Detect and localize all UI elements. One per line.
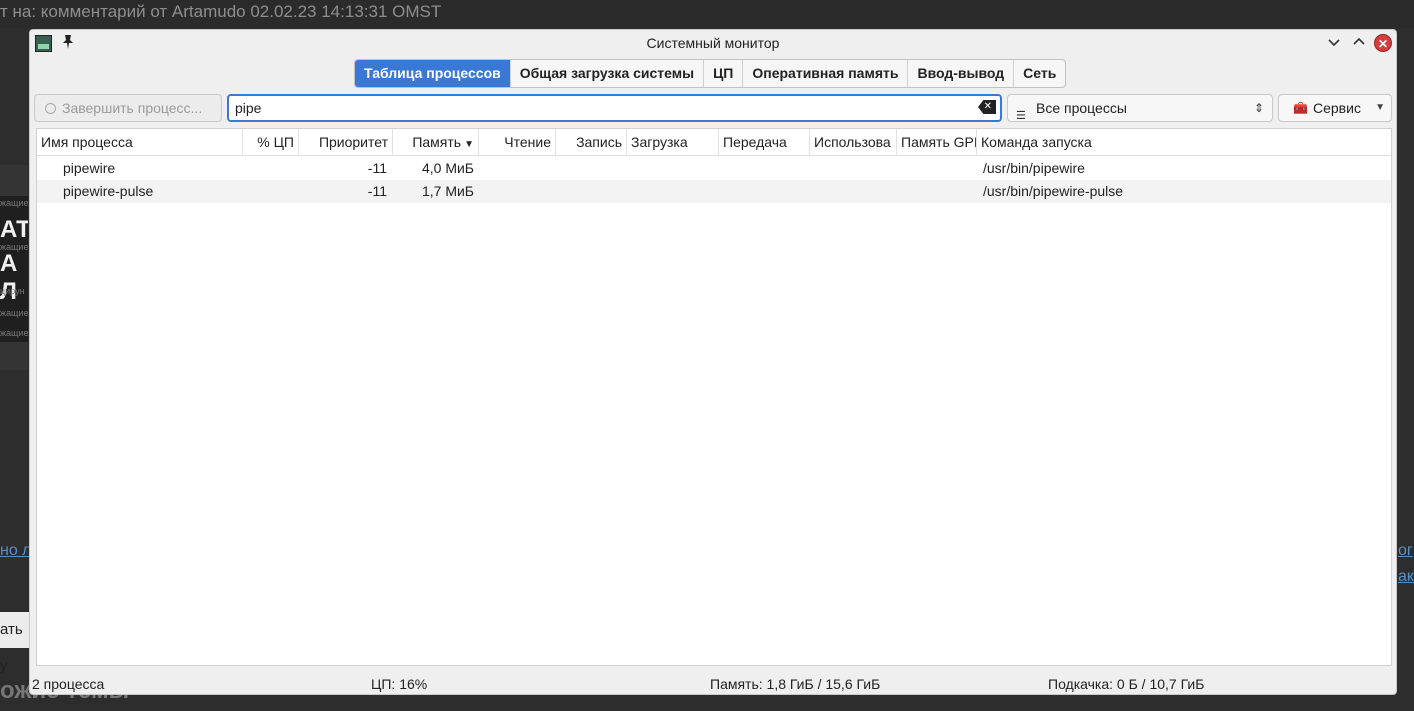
tab-cpu[interactable]: ЦП xyxy=(704,60,744,87)
tab-process-table[interactable]: Таблица процессов xyxy=(355,60,511,87)
process-command: /usr/bin/pipewire xyxy=(983,160,1085,176)
tab-memory[interactable]: Оперативная память xyxy=(743,60,909,87)
maximize-button[interactable] xyxy=(1350,34,1368,52)
close-icon: ✕ xyxy=(1377,37,1389,51)
chevron-down-icon xyxy=(1328,39,1340,47)
process-filter-select[interactable]: ☰ Все процессы ⇕ xyxy=(1007,94,1273,122)
system-monitor-window: Системный монитор ✕ Таблица процессов Об… xyxy=(29,29,1397,695)
column-header-name[interactable]: Имя процесса xyxy=(37,129,243,156)
background-card-caption: жащие xyxy=(0,198,28,208)
background-card-caption: жащие xyxy=(0,328,28,338)
process-priority: -11 xyxy=(367,160,387,176)
process-filter-value: Все процессы xyxy=(1036,100,1127,116)
cpu-usage: ЦП: 16% xyxy=(371,676,428,692)
column-header-memory-label: Память xyxy=(412,134,462,150)
process-cpu xyxy=(247,180,295,203)
column-header-read[interactable]: Чтение xyxy=(479,129,556,156)
service-menu-button[interactable]: 🧰 Сервис ▼ xyxy=(1278,94,1392,122)
column-header-download[interactable]: Загрузка xyxy=(627,129,719,156)
process-memory: 4,0 МиБ xyxy=(421,160,474,176)
process-memory: 1,7 МиБ xyxy=(421,183,474,199)
end-process-button[interactable]: Завершить процесс... xyxy=(34,94,222,122)
title-bar[interactable]: Системный монитор ✕ xyxy=(30,30,1396,58)
process-cpu xyxy=(247,157,295,180)
memory-usage: Память: 1,8 ГиБ / 15,6 ГиБ xyxy=(710,676,881,692)
stop-icon xyxy=(45,103,56,114)
column-header-upload[interactable]: Передача xyxy=(719,129,810,156)
background-card-heading: АТ xyxy=(0,216,28,243)
background-card: жащие АТ жащие А Л цирун жащие жащие xyxy=(0,196,28,342)
background-card-caption: жащие xyxy=(0,308,28,318)
process-table: Имя процесса % ЦП Приоритет Память ▼ Чтен… xyxy=(36,128,1392,666)
background-button[interactable]: ать у xyxy=(0,612,30,674)
tab-io[interactable]: Ввод-вывод xyxy=(908,60,1015,87)
column-header-write[interactable]: Запись xyxy=(556,129,627,156)
background-header-text: т на: комментарий от Artamudo 02.02.23 1… xyxy=(0,2,442,21)
process-count: 2 процесса xyxy=(32,676,105,692)
background-link[interactable]: но л xyxy=(0,542,32,560)
list-tree-icon: ☰ xyxy=(1016,110,1026,122)
clear-search-icon[interactable]: ✕ xyxy=(978,100,996,114)
column-header-command[interactable]: Команда запуска xyxy=(977,129,1391,156)
background-link[interactable]: ак xyxy=(1398,568,1414,586)
background-card-heading: А Л xyxy=(0,250,18,305)
column-header-usage[interactable]: Использова xyxy=(810,129,897,156)
search-box[interactable]: ✕ xyxy=(227,94,1002,122)
background-card-caption: цирун xyxy=(0,286,25,296)
updown-arrows-icon: ⇕ xyxy=(1253,101,1264,115)
view-tabs: Таблица процессов Общая загрузка системы… xyxy=(354,59,1067,88)
window-title: Системный монитор xyxy=(646,35,780,51)
search-input[interactable] xyxy=(235,98,965,118)
column-header-cpu[interactable]: % ЦП xyxy=(243,129,299,156)
background-page-header: т на: комментарий от Artamudo 02.02.23 1… xyxy=(0,0,1414,28)
end-process-label: Завершить процесс... xyxy=(62,100,203,116)
toolbox-icon: 🧰 xyxy=(1293,101,1308,115)
swap-usage: Подкачка: 0 Б / 10,7 ГиБ xyxy=(1048,676,1205,692)
service-menu-label: Сервис xyxy=(1313,100,1361,116)
process-name: pipewire-pulse xyxy=(63,183,154,199)
background-link[interactable]: ог xyxy=(1398,542,1413,560)
chevron-up-icon xyxy=(1353,37,1365,45)
process-command: /usr/bin/pipewire-pulse xyxy=(983,183,1124,199)
sort-descending-icon: ▼ xyxy=(464,139,474,150)
tab-network[interactable]: Сеть xyxy=(1014,60,1065,87)
column-header-priority[interactable]: Приоритет xyxy=(307,129,393,156)
tab-system-load[interactable]: Общая загрузка системы xyxy=(511,60,705,87)
process-name: pipewire xyxy=(63,160,116,176)
table-row[interactable]: pipewire -11 4,0 МиБ /usr/bin/pipewire xyxy=(37,157,1391,180)
caret-down-icon: ▼ xyxy=(1375,102,1385,113)
table-row[interactable]: pipewire-pulse -11 1,7 МиБ /usr/bin/pipe… xyxy=(37,180,1391,203)
table-header: Имя процесса % ЦП Приоритет Память ▼ Чтен… xyxy=(37,129,1391,156)
column-header-gpu-memory[interactable]: Память GPI xyxy=(897,129,977,156)
column-header-memory[interactable]: Память ▼ xyxy=(393,129,479,156)
minimize-button[interactable] xyxy=(1325,34,1343,52)
close-button[interactable]: ✕ xyxy=(1374,34,1392,52)
status-bar: 2 процесса ЦП: 16% Память: 1,8 ГиБ / 15,… xyxy=(30,670,1396,694)
process-priority: -11 xyxy=(367,183,387,199)
